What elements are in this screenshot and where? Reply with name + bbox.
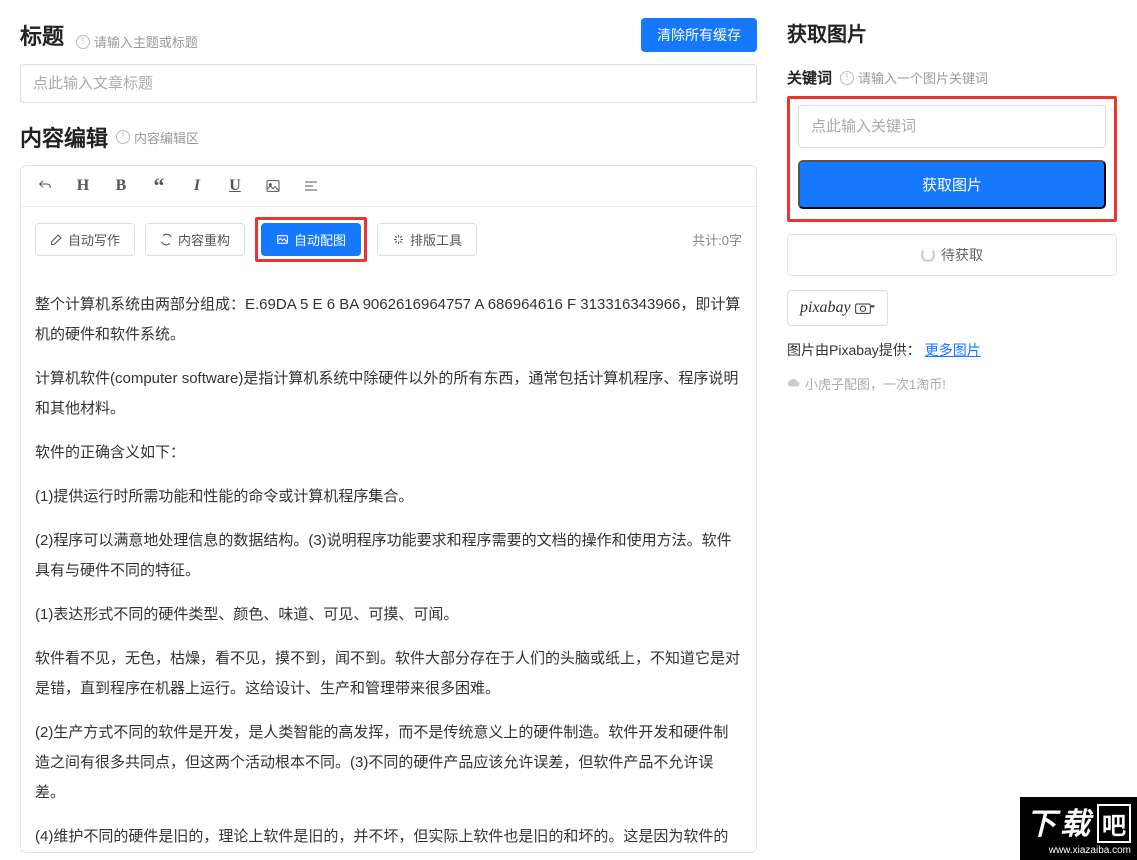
editor-box: H B “ I U 自动写作 内容重构 xyxy=(20,165,757,853)
word-count: 共计:0字 xyxy=(692,230,742,249)
fetch-image-button[interactable]: 获取图片 xyxy=(798,160,1106,209)
content-paragraph: (1)提供运行时所需功能和性能的命令或计算机程序集合。 xyxy=(35,482,742,512)
content-paragraph: 软件看不见，无色，枯燥，看不见，摸不到，闻不到。软件大部分存在于人们的头脑或纸上… xyxy=(35,644,742,704)
info-icon: ! xyxy=(76,35,90,49)
article-title-input[interactable] xyxy=(20,64,757,103)
title-hint: ! 请输入主题或标题 xyxy=(76,32,198,51)
heading-icon[interactable]: H xyxy=(73,176,93,196)
image-icon[interactable] xyxy=(263,176,283,196)
auto-image-highlight: 自动配图 xyxy=(255,217,367,262)
keyword-label: 关键词 xyxy=(787,67,832,88)
layout-tool-button[interactable]: 排版工具 xyxy=(377,223,477,256)
content-paragraph: (2)生产方式不同的软件是开发，是人类智能的高发挥，而不是传统意义上的硬件制造。… xyxy=(35,718,742,808)
keyword-header: 关键词 ! 请输入一个图片关键词 xyxy=(787,67,1117,88)
underline-icon[interactable]: U xyxy=(225,176,245,196)
keyword-highlight: 获取图片 xyxy=(787,96,1117,222)
action-toolbar: 自动写作 内容重构 自动配图 排版工具 共计:0字 xyxy=(21,207,756,272)
info-icon: ! xyxy=(116,130,130,144)
restructure-button[interactable]: 内容重构 xyxy=(145,223,245,256)
bold-icon[interactable]: B xyxy=(111,176,131,196)
watermark: 下载 吧 www.xiazaiba.com xyxy=(1020,797,1137,860)
right-panel: 获取图片 关键词 ! 请输入一个图片关键词 获取图片 待获取 pixabay xyxy=(777,0,1137,860)
image-source: 图片由Pixabay提供： 更多图片 xyxy=(787,340,1117,360)
cloud-icon xyxy=(787,377,801,391)
content-paragraph: 计算机软件(computer software)是指计算机系统中除硬件以外的所有… xyxy=(35,364,742,424)
content-paragraph: (2)程序可以满意地处理信息的数据结构。(3)说明程序功能要求和程序需要的文档的… xyxy=(35,526,742,586)
pixabay-badge: pixabay xyxy=(787,290,888,326)
editor-content[interactable]: 整个计算机系统由两部分组成：E.69DA 5 E 6 BA 9062616964… xyxy=(21,272,756,852)
info-icon: ! xyxy=(840,71,854,85)
content-hint: ! 内容编辑区 xyxy=(116,128,199,147)
auto-image-button[interactable]: 自动配图 xyxy=(261,223,361,256)
content-paragraph: (4)维护不同的硬件是旧的，理论上软件是旧的，并不坏，但实际上软件也是旧的和坏的… xyxy=(35,822,742,852)
clear-cache-button[interactable]: 清除所有缓存 xyxy=(641,18,757,52)
content-paragraph: (1)表达形式不同的硬件类型、颜色、味道、可见、可摸、可闻。 xyxy=(35,600,742,630)
content-paragraph: 整个计算机系统由两部分组成：E.69DA 5 E 6 BA 9062616964… xyxy=(35,290,742,350)
pending-status: 待获取 xyxy=(787,234,1117,276)
undo-icon[interactable] xyxy=(35,176,55,196)
keyword-input[interactable] xyxy=(798,105,1106,148)
content-paragraph: 软件的正确含义如下： xyxy=(35,438,742,468)
align-icon[interactable] xyxy=(301,176,321,196)
more-images-link[interactable]: 更多图片 xyxy=(925,342,981,358)
content-header: 内容编辑 ! 内容编辑区 xyxy=(20,121,757,153)
content-label: 内容编辑 xyxy=(20,121,108,153)
title-header: 标题 ! 请输入主题或标题 清除所有缓存 xyxy=(20,18,757,52)
title-label: 标题 xyxy=(20,24,64,49)
italic-icon[interactable]: I xyxy=(187,176,207,196)
spinner-icon xyxy=(921,248,935,262)
footer-note: 小虎子配图，一次1淘币! xyxy=(787,374,1117,393)
camera-icon xyxy=(855,301,875,315)
auto-write-button[interactable]: 自动写作 xyxy=(35,223,135,256)
fetch-image-title: 获取图片 xyxy=(787,18,1117,47)
keyword-hint: ! 请输入一个图片关键词 xyxy=(840,68,988,87)
format-toolbar: H B “ I U xyxy=(21,166,756,207)
quote-icon[interactable]: “ xyxy=(149,176,169,196)
left-panel: 标题 ! 请输入主题或标题 清除所有缓存 内容编辑 ! 内容编辑区 H xyxy=(0,0,777,860)
